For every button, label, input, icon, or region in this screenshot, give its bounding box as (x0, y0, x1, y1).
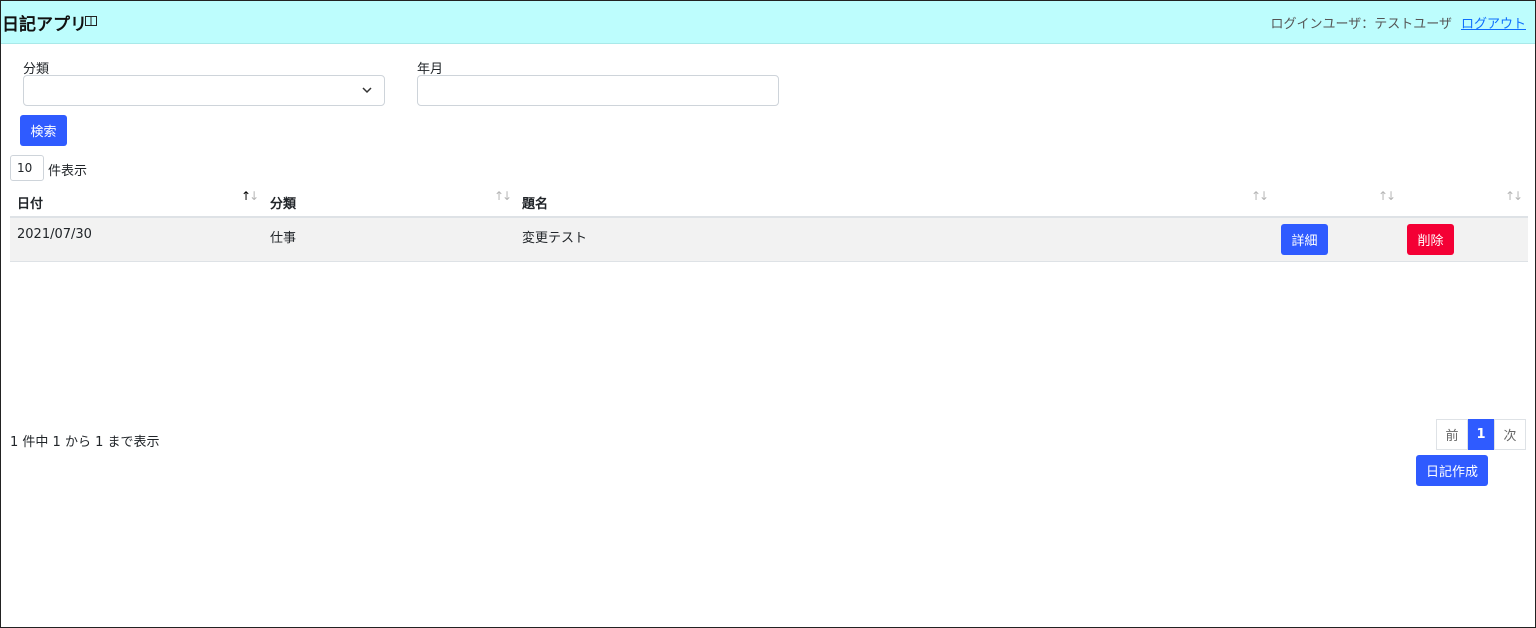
category-select[interactable] (23, 75, 385, 106)
login-user-text: ログインユーザ：テストユーザ (1270, 17, 1452, 32)
sort-icon[interactable]: ↑↓ (1378, 189, 1396, 203)
sort-icon[interactable]: ↑↓ (1505, 189, 1523, 203)
detail-button[interactable]: 詳細 (1281, 224, 1328, 255)
cell-title: 変更テスト (522, 231, 588, 246)
sort-asc-icon[interactable]: ↑↓ (241, 189, 259, 203)
sort-icon[interactable]: ↑↓ (494, 189, 512, 203)
app-title[interactable]: 日記アプリ (2, 10, 87, 35)
table-info: 1 件中 1 から 1 まで表示 (10, 435, 160, 450)
cell-date: 2021/07/30 (17, 227, 92, 242)
pagination: 前 1 次 (1436, 419, 1526, 450)
cell-category: 仕事 (270, 231, 297, 246)
column-category[interactable]: 分類 (270, 193, 296, 212)
column-title[interactable]: 題名 (522, 193, 548, 212)
pagination-page-1[interactable]: 1 (1468, 419, 1494, 450)
page-length-label: 件表示 (48, 164, 88, 179)
search-button[interactable]: 検索 (20, 115, 67, 146)
delete-button[interactable]: 削除 (1407, 224, 1454, 255)
sort-icon[interactable]: ↑↓ (1251, 189, 1269, 203)
top-navbar: 日記アプリ ログインユーザ：テストユーザ ログアウト (1, 1, 1535, 44)
chevron-down-icon (362, 87, 372, 94)
logout-link[interactable]: ログアウト (1461, 13, 1526, 32)
pagination-next[interactable]: 次 (1494, 419, 1526, 450)
create-diary-button[interactable]: 日記作成 (1416, 455, 1488, 486)
pagination-prev[interactable]: 前 (1436, 419, 1468, 450)
book-icon (85, 16, 97, 26)
column-date[interactable]: 日付 (17, 193, 43, 212)
page-length-select[interactable]: 10 (10, 155, 44, 181)
yearmonth-input[interactable] (417, 75, 779, 106)
